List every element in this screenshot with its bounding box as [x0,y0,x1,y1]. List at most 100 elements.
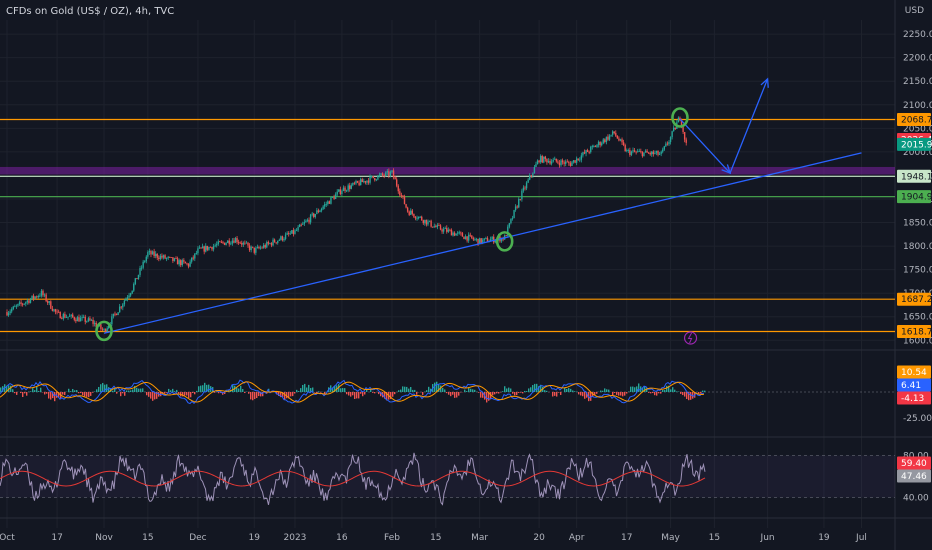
macd-histogram-bar [628,391,630,392]
candle-body [672,127,675,132]
macd-histogram-bar [464,389,466,392]
candle-body [162,255,165,258]
candle-body [126,297,129,299]
macd-value-label: -4.13 [901,394,924,404]
candle-body [134,278,137,284]
candle-body [494,240,496,243]
candle-body [353,182,356,184]
candle-body [181,260,183,266]
candle-body [569,163,572,166]
candle-body [463,236,465,240]
candle-body [156,253,158,258]
macd-histogram-bar [348,392,350,396]
candle-body [683,131,686,140]
candle-body [144,261,146,263]
candle-body [510,218,512,224]
macd-histogram-bar [194,392,196,395]
candle-body [294,230,296,234]
macd-histogram-bar [16,392,18,395]
macd-histogram-bar [400,389,402,392]
candle-body [400,195,403,196]
candle-body [72,314,74,318]
candle-body [493,236,495,243]
macd-histogram-bar [670,389,672,392]
macd-histogram-bar [600,390,602,392]
candle-body [611,131,614,135]
candle-body [190,257,193,262]
macd-histogram-bar [20,392,22,394]
candle-body [317,210,320,213]
candle-body [336,191,338,195]
macd-histogram-bar [24,392,26,394]
candle-body [380,173,382,175]
macd-histogram-bar [44,392,46,395]
macd-histogram-bar [528,388,530,392]
macd-histogram-bar [100,384,102,392]
candle-body [275,242,277,244]
macd-histogram-bar [442,387,444,392]
macd-histogram-bar [568,388,570,392]
candle-body [37,296,39,298]
candle-body [328,201,331,204]
macd-histogram-bar [530,387,532,392]
x-axis-tick-label: 17 [621,533,632,543]
gold-price-chart[interactable]: 2250.002200.002150.002100.002050.002000.… [0,0,932,550]
candle-body [410,210,412,215]
candle-body [111,316,113,325]
candle-body [258,246,260,249]
price-label: 2015.94 [901,140,932,150]
candle-body [31,295,33,300]
candle-body [364,181,367,183]
macd-histogram-bar [74,390,76,392]
macd-histogram-bar [10,385,12,392]
candle-body [633,150,636,152]
candle-body [175,258,177,260]
candle-body [147,252,149,257]
candle-body [582,152,584,156]
candle-body [247,242,249,246]
candle-body [513,210,515,219]
macd-histogram-bar [68,388,70,392]
macd-histogram-bar [120,392,122,397]
macd-histogram-bar [602,390,604,392]
candle-body [475,238,478,240]
candle-body [198,247,201,249]
candle-body [313,213,315,217]
macd-histogram-bar [340,388,342,392]
macd-histogram-bar [22,392,24,397]
candle-body [529,175,531,180]
macd-histogram-bar [422,392,424,396]
candle-body [477,238,479,245]
candle-body [626,150,628,152]
candle-body [640,151,642,152]
candle-body [433,226,435,228]
candle-body [519,199,522,200]
macd-histogram-bar [306,387,308,392]
macd-histogram-bar [520,392,522,393]
candle-body [405,204,407,208]
candle-body [491,236,493,240]
candle-body [164,255,166,259]
macd-histogram-bar [186,392,188,396]
candle-body [591,146,594,147]
candle-body [644,150,647,153]
macd-histogram-bar [554,392,556,396]
candle-body [309,214,312,223]
candle-body [588,151,590,153]
macd-histogram-bar [426,390,428,392]
candle-body [408,211,410,215]
candle-body [273,239,276,243]
macd-histogram-bar [502,391,504,392]
candle-body [632,150,634,152]
x-axis-tick-label: 19 [818,533,830,543]
candle-body [436,224,439,228]
candle-body [347,185,349,191]
macd-histogram-bar [510,388,512,392]
x-axis-tick-label: 17 [51,533,62,543]
macd-histogram-bar [308,384,310,392]
candle-body [208,246,210,250]
macd-histogram-bar [346,392,348,395]
candle-body [447,229,450,232]
macd-histogram-bar [238,388,240,392]
candle-body [341,191,343,195]
